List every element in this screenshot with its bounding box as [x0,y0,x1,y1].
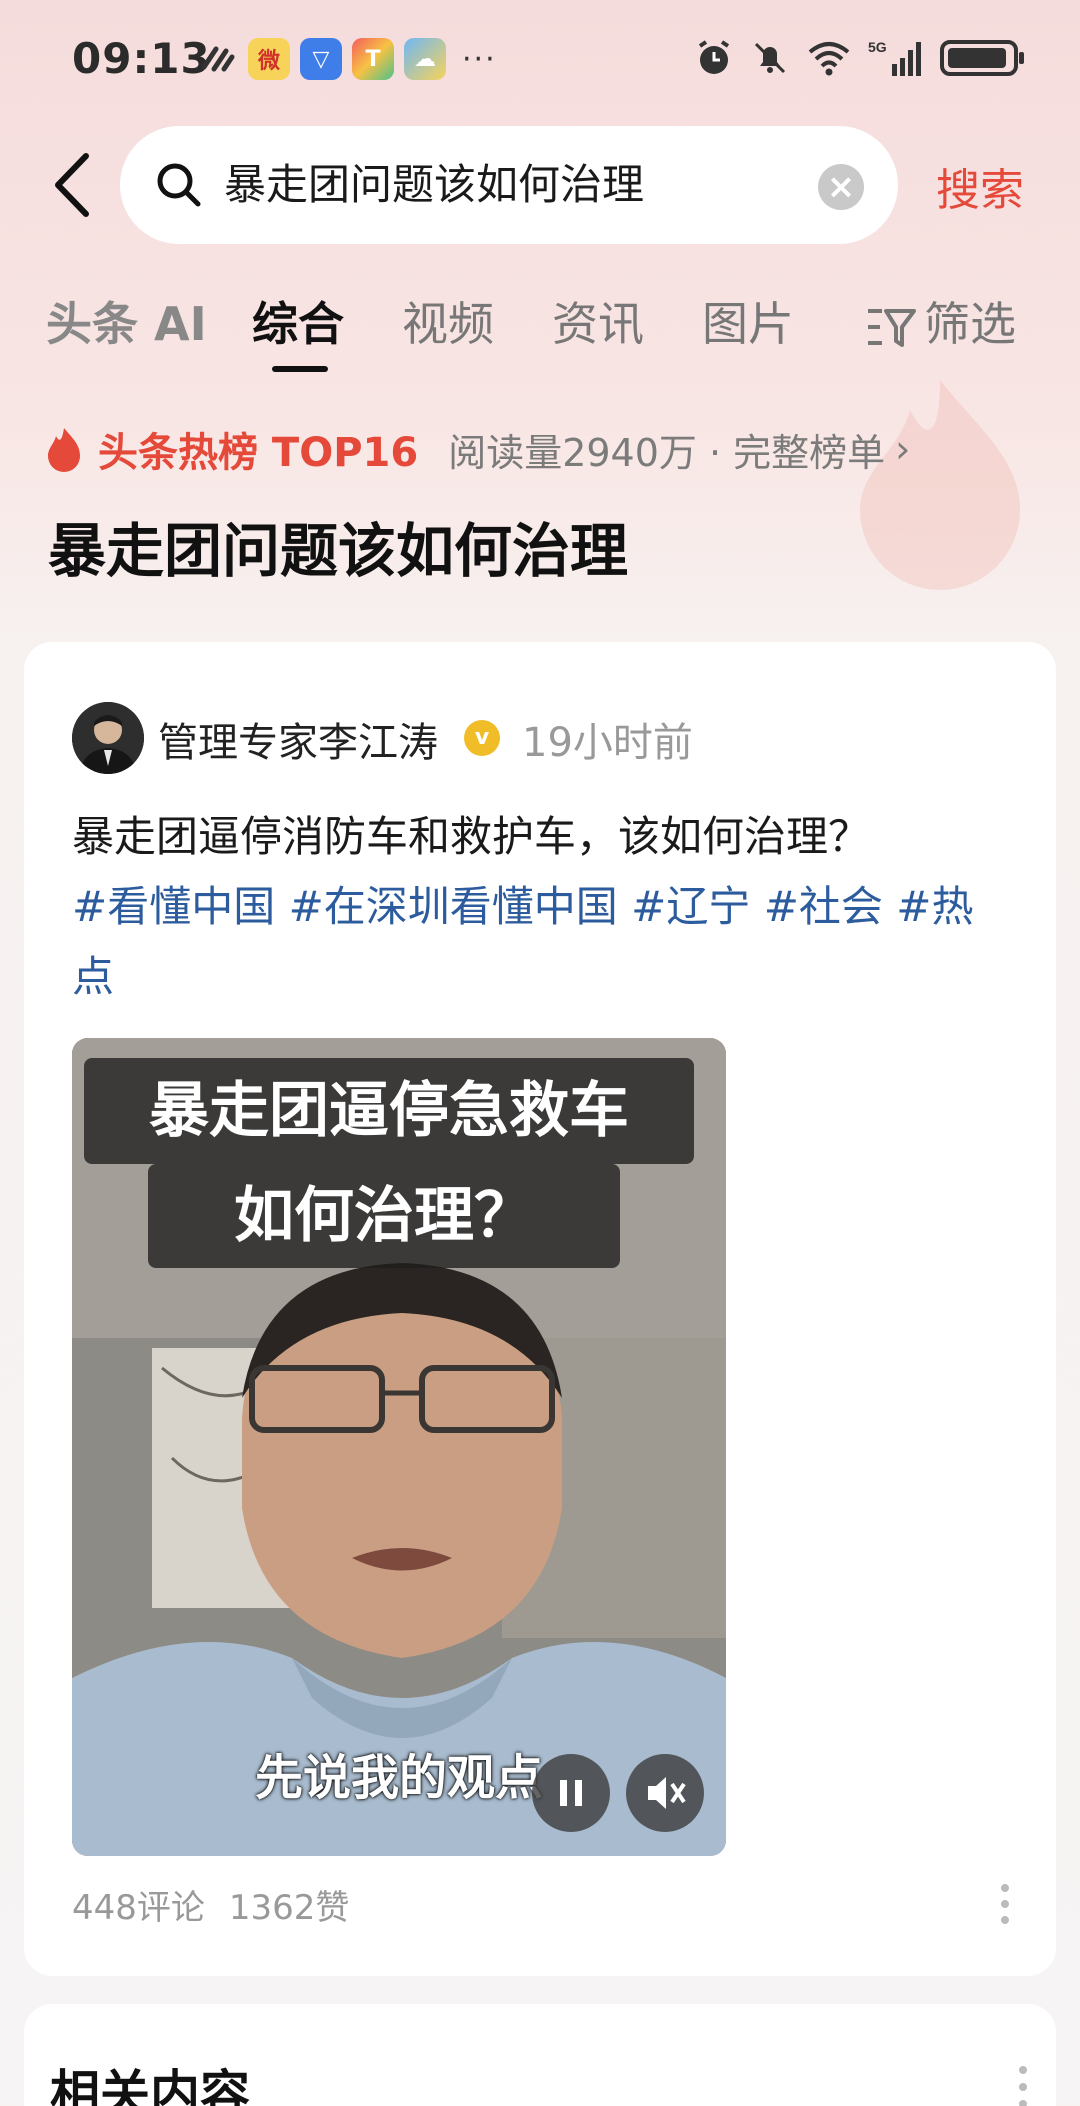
alarm-icon [698,40,730,74]
more-notifications-icon: ··· [462,41,497,77]
avatar-portrait-icon [72,702,144,774]
verified-badge-icon: v [464,720,500,756]
battery-icon [940,40,1024,76]
search-button[interactable]: 搜索 [936,154,1024,218]
hashtag[interactable]: #社会 [764,882,883,931]
svg-text:5G: 5G [868,39,887,55]
tab-comprehensive[interactable]: 综合 [252,288,344,354]
search-input[interactable]: 暴走团问题该如何治理 × [120,126,898,244]
tab-bar: 头条 AI 综合 视频 资讯 图片 筛选 [0,280,1080,372]
status-bar: 09:13 微 ▽ T ☁ ··· 5G [0,0,1080,120]
back-arrow-icon[interactable] [48,150,98,220]
topic-title: 暴走团问题该如何治理 [48,517,629,585]
search-icon [157,163,201,207]
tab-video[interactable]: 视频 [402,288,494,354]
active-tab-indicator [272,366,328,372]
status-time: 09:13 [72,34,211,83]
signal-5g-icon: 5G [868,39,921,76]
tab-news[interactable]: 资讯 [552,288,644,354]
hot-board-label: 头条热榜 TOP16 [98,430,419,476]
post-time: 19小时前 [522,720,693,766]
video-caption-line1: 暴走团逼停急救车 [84,1058,694,1164]
clear-icon[interactable]: × [818,164,864,210]
mute-icon [754,42,786,74]
video-caption-line2: 如何治理？ [148,1164,620,1268]
post-body: 暴走团逼停消防车和救护车，该如何治理？ [72,812,871,861]
hot-board-meta[interactable]: 阅读量2940万 · 完整榜单 [448,422,885,477]
hot-board-link[interactable]: 头条热榜 TOP16 阅读量2940万 · 完整榜单 › [44,420,910,478]
honor-app-icon: ▽ [300,38,342,80]
post-stats: 448评论 1362赞 [72,1880,373,1929]
weibo-icon: 微 [248,38,290,80]
hashtag[interactable]: #看懂中国 [72,882,275,931]
tab-toutiao-ai[interactable]: 头条 AI [46,288,207,354]
chevron-right-icon: › [895,427,911,471]
hashtag[interactable]: #在深圳看懂中国 [289,882,618,931]
hashtag[interactable]: #辽宁 [631,882,750,931]
search-query-text[interactable]: 暴走团问题该如何治理 [224,156,644,214]
like-count[interactable]: 1362赞 [229,1888,350,1928]
link-icon [201,46,235,72]
filter-icon [868,308,916,347]
mute-button[interactable] [626,1754,704,1832]
flame-icon [48,428,80,472]
wifi-icon [808,42,850,76]
tab-filter[interactable]: 筛选 [866,288,1016,354]
pause-icon [560,1780,582,1806]
theme-app-icon: T [352,38,394,80]
weather-app-icon: ☁ [404,38,446,80]
comment-count[interactable]: 448评论 [72,1888,205,1928]
pause-button[interactable] [532,1754,610,1832]
filter-label: 筛选 [924,297,1016,351]
related-more-icon[interactable] [1018,2064,1028,2106]
tab-images[interactable]: 图片 [702,288,794,354]
post-text[interactable]: 暴走团逼停消防车和救护车，该如何治理？ #看懂中国 #在深圳看懂中国 #辽宁 #… [72,802,1012,1012]
related-section: 相关内容 [24,2004,1056,2106]
video-player[interactable]: 暴走团逼停急救车 如何治理？ 先说我的观点 [72,1038,726,1856]
post-card[interactable]: 管理专家李江涛 v 19小时前 暴走团逼停消防车和救护车，该如何治理？ #看懂中… [24,642,1056,1976]
author-name[interactable]: 管理专家李江涛 [158,710,438,768]
notification-icons: 微 ▽ T ☁ ··· [198,38,497,80]
avatar[interactable] [72,702,144,774]
more-options-icon[interactable] [1000,1882,1010,1926]
speaker-muted-icon [648,1777,686,1809]
system-icons: 5G [694,38,1024,78]
flame-watermark-icon [860,380,1020,590]
related-title: 相关内容 [50,2065,250,2106]
